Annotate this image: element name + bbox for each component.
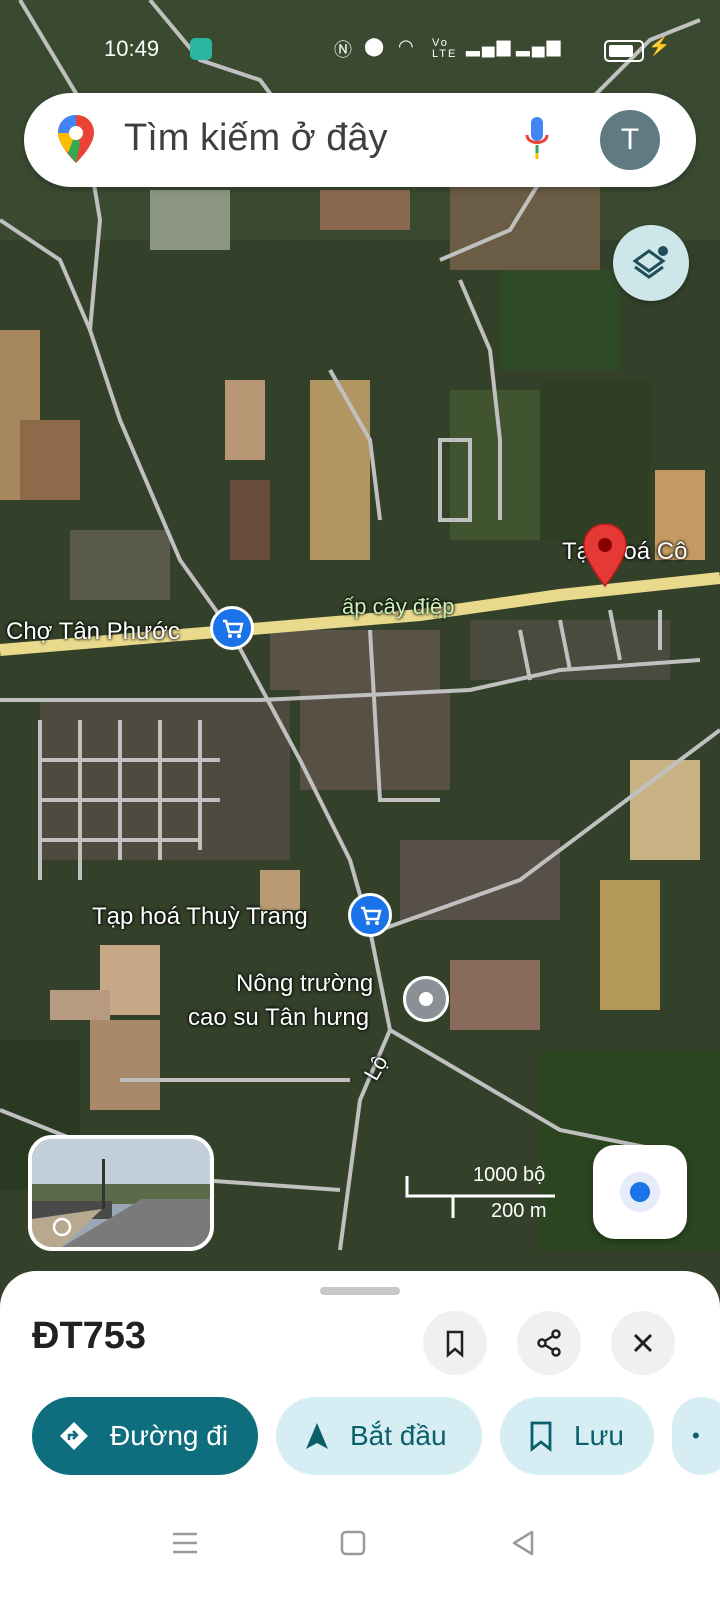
system-navigation-bar xyxy=(0,1490,720,1600)
more-actions-button[interactable]: • xyxy=(672,1397,720,1475)
place-title: ĐT753 xyxy=(32,1315,147,1357)
bookmark-icon xyxy=(446,1330,464,1358)
volte-icon: Vo LTE xyxy=(432,37,458,60)
start-label: Bắt đầu xyxy=(350,1420,447,1451)
signal-icon: ▂▄▆ xyxy=(516,36,563,56)
bookmark-icon xyxy=(528,1420,554,1452)
maps-logo-icon xyxy=(56,113,96,170)
my-location-button[interactable] xyxy=(593,1145,687,1239)
red-pin-icon[interactable] xyxy=(582,522,628,588)
save-button[interactable]: Lưu xyxy=(500,1397,654,1475)
directions-button[interactable]: Đường đi xyxy=(32,1397,258,1475)
status-bar: 10:49 Ⓝ ⬤ ◠ Vo LTE ▂▄▆ ▂▄▆ ⚡ xyxy=(0,30,720,70)
search-input[interactable]: Tìm kiếm ở đây xyxy=(124,117,388,160)
street-view-thumbnail[interactable] xyxy=(28,1135,214,1251)
more-icon: • xyxy=(692,1423,700,1448)
scale-feet: 1000 bộ xyxy=(473,1164,546,1186)
menu-icon[interactable] xyxy=(172,1530,198,1561)
shopping-cart-icon[interactable] xyxy=(210,606,254,650)
save-label: Lưu xyxy=(574,1420,624,1451)
layers-icon xyxy=(632,246,668,279)
back-icon[interactable] xyxy=(510,1530,536,1561)
label-market[interactable]: Chợ Tân Phước xyxy=(6,618,180,646)
place-marker-icon[interactable] xyxy=(403,976,449,1022)
account-avatar[interactable]: T xyxy=(600,110,660,170)
screen-record-icon xyxy=(190,38,212,60)
map-scale: 1000 bộ 200 m xyxy=(405,1162,565,1222)
label-road-name: ấp cây điệp xyxy=(342,594,455,619)
my-location-icon xyxy=(620,1172,660,1212)
close-icon xyxy=(633,1333,653,1353)
nfc-icon: Ⓝ xyxy=(334,40,354,60)
label-farm-line2[interactable]: cao su Tân hưng xyxy=(188,1004,369,1032)
scale-meters: 200 m xyxy=(491,1200,547,1222)
directions-icon xyxy=(58,1420,90,1452)
sheet-drag-handle[interactable] xyxy=(320,1287,400,1295)
close-button[interactable] xyxy=(611,1311,675,1375)
share-icon xyxy=(537,1329,561,1357)
shopping-cart-icon[interactable] xyxy=(348,893,392,937)
wifi-icon: ◠ xyxy=(398,36,416,56)
home-icon[interactable] xyxy=(340,1530,366,1561)
location-icon: ⬤ xyxy=(364,36,387,56)
directions-label: Đường đi xyxy=(110,1420,229,1451)
battery-icon xyxy=(604,40,644,62)
battery-level xyxy=(609,45,633,57)
status-time: 10:49 xyxy=(104,36,160,61)
layers-button[interactable] xyxy=(613,225,689,301)
label-farm-line1[interactable]: Nông trường xyxy=(236,970,373,998)
label-shop[interactable]: Tạp hoá Thuỳ Trang xyxy=(92,903,308,931)
navigation-arrow-icon xyxy=(304,1421,330,1451)
charging-icon: ⚡ xyxy=(648,36,671,56)
microphone-icon[interactable] xyxy=(524,115,550,166)
save-bookmark-button[interactable] xyxy=(423,1311,487,1375)
signal-icon: ▂▄▆ xyxy=(466,36,513,56)
start-button[interactable]: Bắt đầu xyxy=(276,1397,482,1475)
search-bar[interactable]: Tìm kiếm ở đây T xyxy=(24,93,696,187)
share-button[interactable] xyxy=(517,1311,581,1375)
